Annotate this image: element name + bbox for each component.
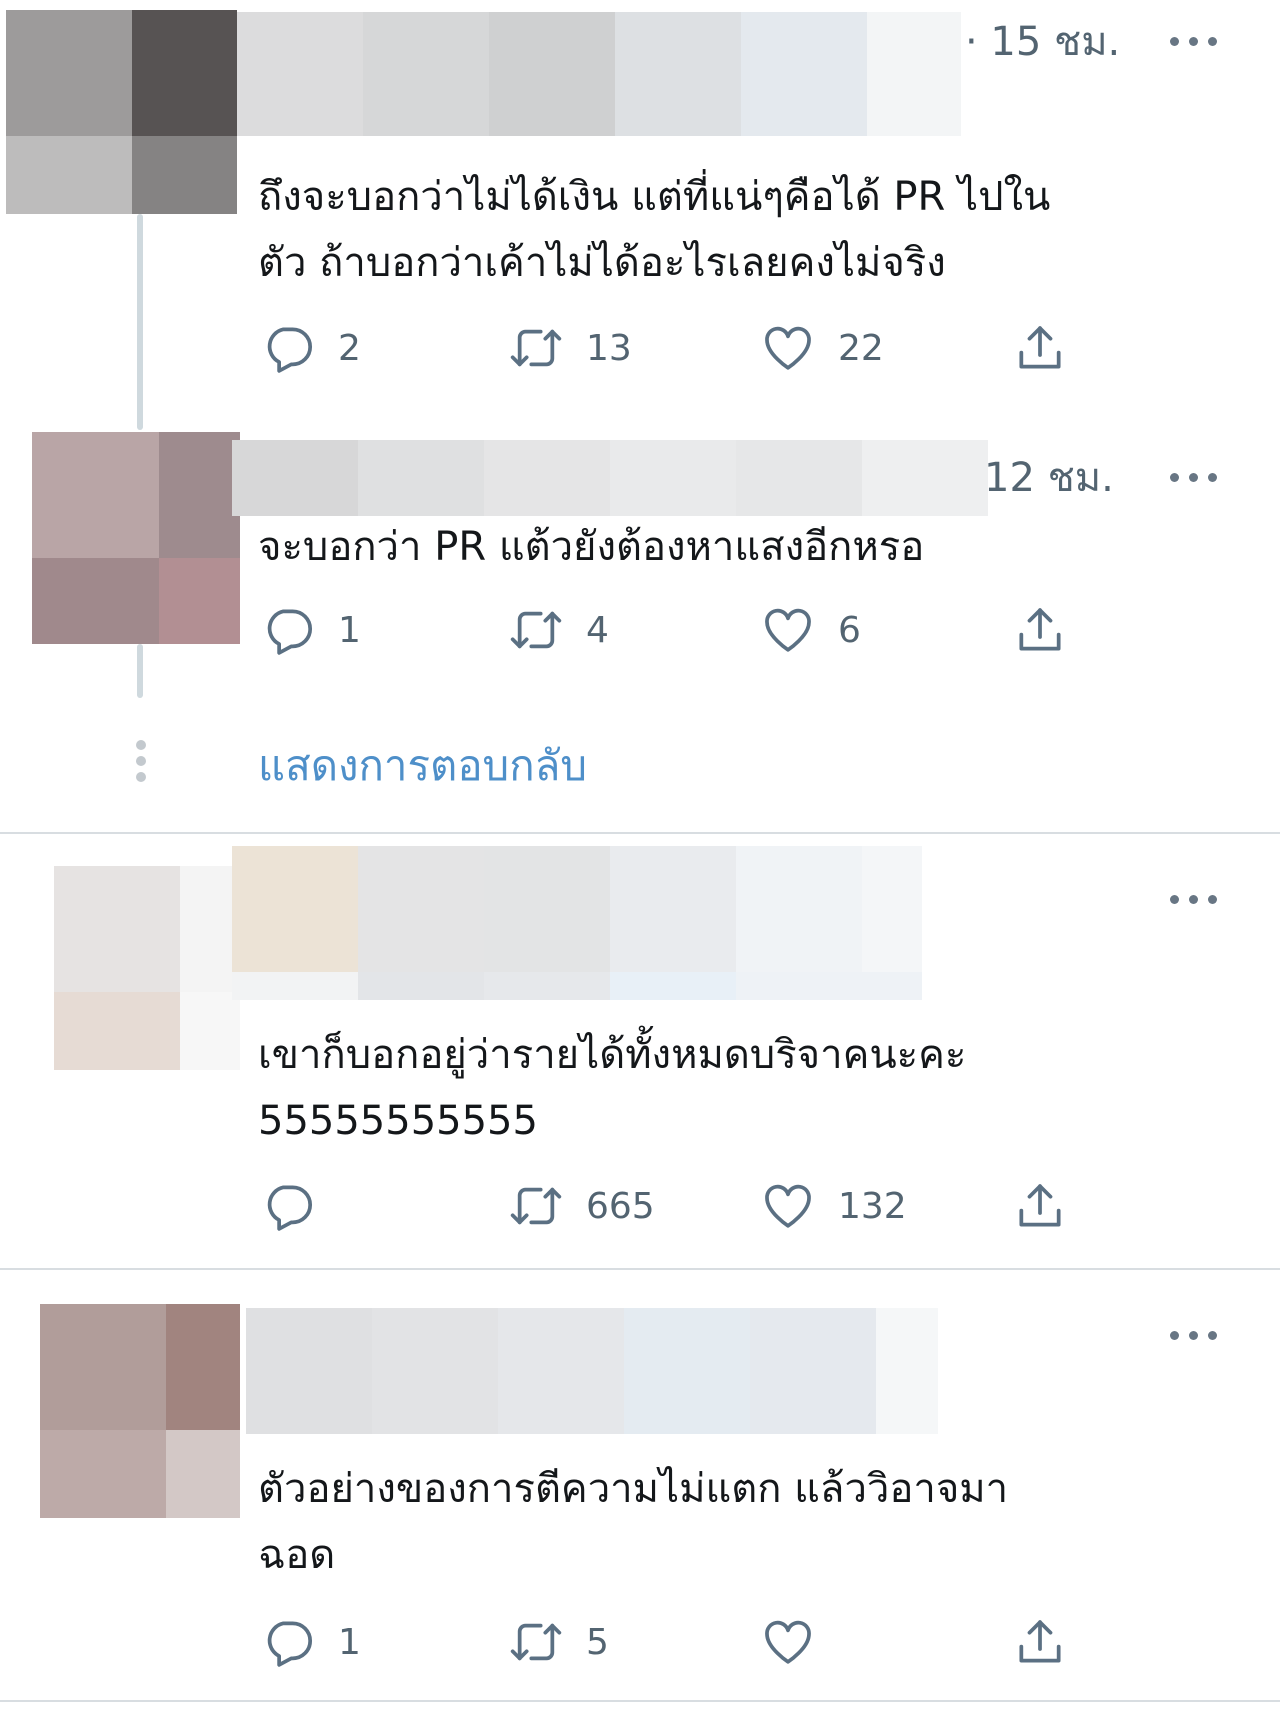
share-button[interactable] [1012,1176,1068,1236]
more-icon[interactable] [1170,1328,1218,1342]
retweet-count: 5 [586,1621,609,1663]
reply-button[interactable]: 1 [260,1612,361,1672]
divider [0,1700,1280,1702]
retweet-icon [510,1187,562,1225]
reply-icon [267,1185,313,1231]
share-icon [1019,326,1061,369]
heart-icon [765,608,811,652]
tweet-time[interactable]: 12 ชม. [984,458,1114,498]
avatar[interactable] [40,1304,240,1518]
tweet-text: เขาก็บอกอยู่ว่ารายได้ทั้งหมดบริจาคนะคะ 5… [258,1032,967,1144]
retweet-icon [510,1623,562,1661]
reply-icon [267,327,313,373]
author-name-redacted[interactable] [232,846,922,1000]
more-icon[interactable] [1170,470,1218,484]
author-name-redacted[interactable] [232,440,988,516]
author-name-redacted[interactable] [237,12,961,136]
like-count: 132 [838,1185,907,1227]
share-button[interactable] [1012,318,1068,378]
share-icon [1019,608,1061,651]
retweet-count: 4 [586,609,609,651]
reply-button[interactable]: 1 [260,600,361,660]
thread-line [137,644,143,698]
retweet-count: 13 [586,327,632,369]
share-icon [1019,1620,1061,1663]
retweet-button[interactable]: 13 [508,318,632,378]
avatar[interactable] [6,10,237,214]
reply-count: 1 [338,609,361,651]
avatar[interactable] [32,432,240,644]
retweet-button[interactable]: 5 [508,1612,609,1672]
retweet-button[interactable]: 4 [508,600,609,660]
like-count: 22 [838,327,884,369]
reply-button[interactable]: 2 [260,318,361,378]
share-button[interactable] [1012,1612,1068,1672]
retweet-button[interactable]: 665 [508,1176,655,1236]
author-name-redacted[interactable] [246,1308,938,1434]
tweet-text: ตัวอย่างของการตีความไม่แตก แล้ววิอาจมา ฉ… [258,1466,1009,1578]
heart-icon [765,1620,811,1664]
avatar[interactable] [54,866,240,1070]
more-icon[interactable] [1170,34,1218,48]
like-button[interactable]: 22 [760,318,884,378]
tweet-text: ถึงจะบอกว่าไม่ได้เงิน แต่ที่แน่ๆคือได้ P… [258,174,1051,286]
tweet-text: จะบอกว่า PR แต้วยังต้องหาแสงอีกหรอ [258,524,925,570]
reply-count: 1 [338,1621,361,1663]
reply-icon [267,609,313,655]
more-icon[interactable] [1170,892,1218,906]
thread-dots-icon [134,740,148,784]
reply-icon [267,1621,313,1667]
retweet-icon [510,611,562,649]
retweet-icon [510,329,562,367]
retweet-count: 665 [586,1185,655,1227]
like-button[interactable]: 6 [760,600,861,660]
heart-icon [765,326,811,370]
like-button[interactable]: 132 [760,1176,907,1236]
heart-icon [765,1184,811,1228]
like-count: 6 [838,609,861,651]
like-button[interactable] [760,1612,838,1672]
tweet-time[interactable]: · 15 ชม. [965,22,1120,62]
reply-button[interactable] [260,1176,338,1236]
share-button[interactable] [1012,600,1068,660]
show-replies-link[interactable]: แสดงการตอบกลับ [258,736,587,796]
share-icon [1019,1184,1061,1227]
divider [0,832,1280,834]
reply-count: 2 [338,327,361,369]
divider [0,1268,1280,1270]
thread-line [137,214,143,430]
